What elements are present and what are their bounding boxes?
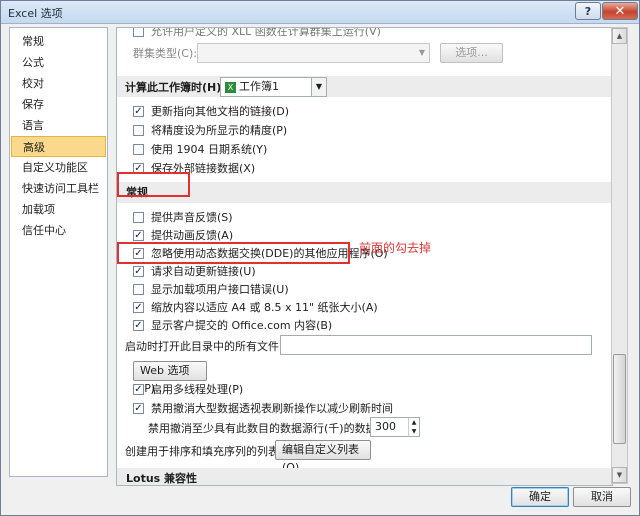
help-icon: ? [584,4,592,18]
ok-button[interactable]: 确定 [511,487,569,507]
sidebar-item[interactable]: 常规 [11,31,106,52]
general-section-header: 常规 [117,182,612,203]
excel-workbook-icon: X [225,81,236,93]
sort-list-label: 创建用于排序和填充序列的列表: [125,445,283,458]
multithread-checkbox[interactable] [133,383,144,395]
close-icon: ✕ [614,3,626,19]
cancel-button[interactable]: 取消 [573,487,631,507]
xll-cluster-label: 允许用户定义的 XLL 函数在计算群集上运行(V) [151,27,381,38]
cluster-type-label: 群集类型(C): [133,47,197,60]
checkbox[interactable] [133,283,144,295]
checkbox[interactable] [133,143,144,155]
checkbox-label: 缩放内容以适应 A4 或 8.5 x 11" 纸张大小(A) [151,301,378,314]
startup-open-input[interactable] [280,335,592,355]
checkbox-label: 显示客户提交的 Office.com 内容(B) [151,319,333,332]
checkbox-label: 显示加载项用户接口错误(U) [151,283,289,296]
sidebar-item[interactable]: 语言 [11,115,106,136]
checkbox[interactable] [133,105,144,117]
chevron-down-icon: ▼ [418,48,425,57]
spin-down-icon[interactable]: ▼ [408,427,419,436]
checkbox[interactable] [133,211,144,223]
web-options-button[interactable]: Web 选项(P)... [133,361,207,395]
annotation-box-dde [117,242,350,264]
pivot-undo-min-value: 300 [375,420,396,433]
annotation-box-general [117,172,190,197]
pivot-undo-min-input[interactable]: 300 ▲ ▼ [370,417,420,437]
checkbox-row[interactable]: 使用 1904 日期系统(Y) [133,140,267,158]
checkbox[interactable] [133,319,144,331]
checkbox-row[interactable]: 请求自动更新链接(U) [133,262,256,280]
annotation-text: 前面的勾去掉 [359,241,432,255]
checkbox[interactable] [133,229,144,241]
checkbox-row[interactable]: 将精度设为所显示的精度(P) [133,121,287,139]
checkbox-label: 使用 1904 日期系统(Y) [151,143,268,156]
excel-options-dialog: Excel 选项 ? ✕ 常规 公式 校对 保存 语言 高级 自定义功能区 快速访问工具栏 加载… [0,0,640,516]
pivot-undo-label: 禁用撤消大型数据透视表刷新操作以减少刷新时间 [151,402,393,415]
checkbox-label: 将精度设为所显示的精度(P) [151,124,288,137]
sidebar-item[interactable]: 保存 [11,94,106,115]
chevron-down-icon[interactable]: ▼ [311,78,326,96]
checkbox-row[interactable]: 提供声音反馈(S) [133,208,233,226]
close-button[interactable]: ✕ [602,2,638,20]
pivot-undo-checkbox[interactable] [133,402,144,414]
lotus-section-header: Lotus 兼容性 [117,468,612,485]
checkbox[interactable] [133,124,144,136]
checkbox-label: 更新指向其他文档的链接(D) [151,105,290,118]
sidebar-item[interactable]: 校对 [11,73,106,94]
help-button[interactable]: ? [575,2,601,20]
multithread-label: 启用多线程处理(P) [151,383,244,396]
scroll-up-icon[interactable]: ▲ [612,28,627,44]
scroll-thumb[interactable] [613,354,626,444]
checkbox-label: 提供动画反馈(A) [151,229,234,242]
scroll-down-icon[interactable]: ▼ [612,467,627,483]
sidebar-item[interactable]: 公式 [11,52,106,73]
checkbox-row[interactable]: 缩放内容以适应 A4 或 8.5 x 11" 纸张大小(A) [133,298,378,316]
pivot-undo-row[interactable]: 禁用撤消大型数据透视表刷新操作以减少刷新时间 [133,399,393,417]
vertical-scrollbar[interactable]: ▲ ▼ [611,27,628,484]
xll-cluster-row[interactable]: 允许用户定义的 XLL 函数在计算群集上运行(V) [133,27,381,40]
startup-open-label: 启动时打开此目录中的所有文件(L): [125,340,298,353]
workbook-calc-value: 工作簿1 [239,80,279,93]
sidebar: 常规 公式 校对 保存 语言 高级 自定义功能区 快速访问工具栏 加载项 信任中心 [9,27,108,477]
xll-cluster-checkbox[interactable] [133,28,144,37]
cluster-type-row: 群集类型(C): [133,44,197,62]
checkbox[interactable] [133,265,144,277]
workbook-calc-label: 计算此工作簿时(H): [125,81,226,94]
cluster-options-button[interactable]: 选项... [440,43,503,63]
checkbox-row[interactable]: 更新指向其他文档的链接(D) [133,102,289,120]
sidebar-item[interactable]: 高级 [11,136,106,157]
cluster-type-dropdown[interactable]: ▼ [197,43,430,63]
multithread-row[interactable]: 启用多线程处理(P) [133,380,243,398]
sidebar-item[interactable]: 快速访问工具栏 [11,178,106,199]
checkbox-row[interactable]: 显示客户提交的 Office.com 内容(B) [133,316,332,334]
sidebar-item[interactable]: 加载项 [11,199,106,220]
sidebar-item[interactable]: 信任中心 [11,220,106,241]
checkbox-label: 提供声音反馈(S) [151,211,233,224]
checkbox-label: 请求自动更新链接(U) [151,265,256,278]
spin-up-icon[interactable]: ▲ [408,418,419,427]
checkbox[interactable] [133,301,144,313]
checkbox-row[interactable]: 显示加载项用户接口错误(U) [133,280,289,298]
window-title: Excel 选项 [8,7,63,20]
sidebar-item[interactable]: 自定义功能区 [11,157,106,178]
title-bar: Excel 选项 ? ✕ [1,1,639,24]
workbook-calc-dropdown[interactable]: X 工作簿1 ▼ [220,77,327,97]
edit-custom-lists-button[interactable]: 编辑自定义列表(O)... [275,440,371,474]
